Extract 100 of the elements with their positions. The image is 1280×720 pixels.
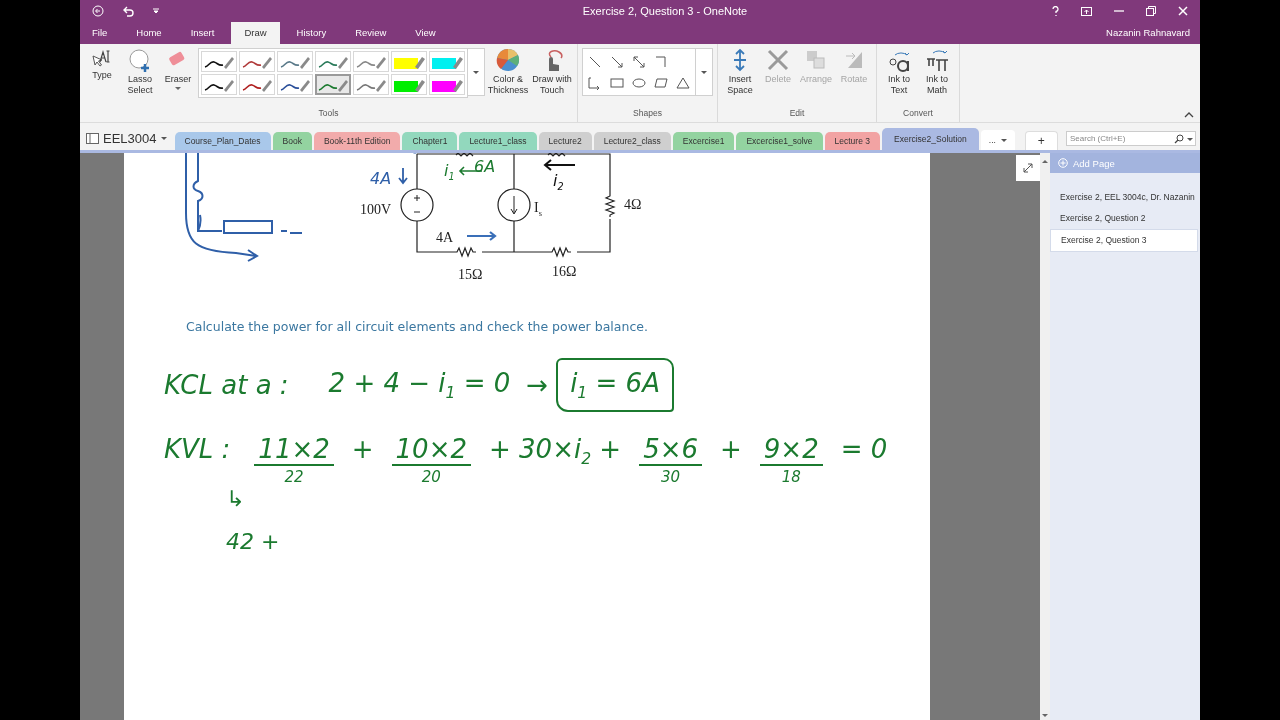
convert-button[interactable]: Ink to Math bbox=[919, 48, 955, 96]
ribbon-tab[interactable]: Home bbox=[124, 22, 174, 44]
section-tab[interactable]: Course_Plan_Dates bbox=[174, 132, 271, 150]
current-arrow-icon bbox=[543, 157, 577, 173]
notebook-button[interactable]: EEL3004 bbox=[80, 131, 175, 150]
customize-caret-icon[interactable] bbox=[152, 7, 160, 15]
draw-with-touch-button[interactable]: Draw with Touch bbox=[531, 48, 573, 96]
handwritten-term: 9×2 bbox=[759, 434, 823, 467]
add-section-tab[interactable]: + bbox=[1024, 131, 1058, 150]
resistor-label: 15Ω bbox=[458, 268, 483, 282]
expand-icon bbox=[1023, 163, 1033, 173]
more-sections-button[interactable]: ... bbox=[980, 130, 1015, 150]
group-label: Tools bbox=[317, 108, 340, 120]
handwritten-number: 22 bbox=[284, 468, 304, 487]
resistor-label: 4Ω bbox=[624, 198, 642, 212]
handwritten-term: = 0 bbox=[839, 434, 889, 465]
type-button[interactable]: Type bbox=[84, 48, 120, 81]
type-icon bbox=[91, 48, 113, 68]
caret-icon bbox=[701, 70, 707, 74]
group-label: Convert bbox=[902, 108, 934, 120]
handwritten-term: 11×2 bbox=[254, 434, 334, 467]
current-arrow-icon bbox=[466, 231, 497, 241]
handwritten-number: 18 bbox=[781, 468, 801, 487]
notebook-icon bbox=[86, 133, 99, 144]
section-tab[interactable]: Excercise1 bbox=[672, 132, 735, 150]
current-source-label: I$_{s}$ bbox=[534, 201, 542, 219]
caret-icon bbox=[160, 137, 167, 140]
group-label: Shapes bbox=[632, 108, 663, 120]
delete-icon bbox=[766, 48, 790, 72]
handwritten-number: 30 bbox=[661, 468, 681, 487]
handwritten-result: i$_{1}$ = 6A bbox=[556, 358, 674, 413]
handwritten-number: 20 bbox=[421, 468, 441, 487]
arrange-icon bbox=[804, 48, 828, 72]
window-title: Exercise 2, Question 3 - OneNote bbox=[581, 5, 749, 17]
section-tab[interactable]: Book bbox=[272, 132, 312, 150]
section-tab[interactable]: Lecture2_class bbox=[593, 132, 671, 150]
caret-icon[interactable] bbox=[1187, 137, 1193, 141]
handwritten-text: 42 + bbox=[226, 529, 280, 555]
handwritten-arrow: → bbox=[526, 370, 549, 401]
section-tab[interactable]: Lecture1_class bbox=[459, 132, 537, 150]
section-tab[interactable]: Exercise2_Solution bbox=[882, 128, 979, 150]
handwritten-term: + bbox=[350, 434, 375, 465]
current-label: 4A bbox=[436, 231, 454, 245]
ink-current-label: i$_{2}$ bbox=[553, 173, 564, 192]
caret-icon bbox=[1000, 138, 1007, 142]
handwritten-term: + 30×i$_{2}$ + bbox=[488, 434, 623, 469]
handwritten-term: 5×6 bbox=[639, 434, 702, 467]
scroll-up-icon[interactable] bbox=[1042, 159, 1048, 164]
handwritten-text: ↳ bbox=[226, 486, 245, 512]
caret-icon bbox=[473, 70, 479, 74]
caret-icon bbox=[175, 87, 181, 90]
color-wheel-icon bbox=[496, 48, 520, 72]
search-field[interactable]: Search (Ctrl+E) bbox=[1066, 131, 1196, 146]
ink-current-label: 6A bbox=[474, 159, 496, 175]
ribbon-tab[interactable]: Draw bbox=[231, 22, 280, 44]
ribbon-tab[interactable]: File bbox=[80, 22, 120, 44]
color-thickness-button[interactable]: Color & Thickness bbox=[487, 48, 529, 96]
handwritten-term: 10×2 bbox=[391, 434, 471, 467]
ribbon-tab[interactable]: Insert bbox=[178, 22, 227, 44]
section-tab[interactable]: Chapter1 bbox=[402, 132, 458, 150]
page-list-item[interactable]: Exercise 2, EEL 3004c, Dr. Nazanin bbox=[1050, 187, 1198, 208]
ribbon-display-icon[interactable] bbox=[1081, 6, 1092, 16]
ink-current-label: i$_{1}$ bbox=[444, 163, 455, 182]
group-label: Edit bbox=[788, 108, 806, 120]
section-tab[interactable]: Lecture2 bbox=[538, 132, 592, 150]
lasso-icon bbox=[128, 48, 152, 72]
double-arrow-icon bbox=[631, 53, 647, 70]
resistor-label: 16Ω bbox=[552, 265, 577, 279]
handwritten-text: KVL : bbox=[164, 434, 231, 465]
lasso-select-button[interactable]: Lasso Select bbox=[122, 48, 158, 96]
undo-icon[interactable] bbox=[122, 5, 134, 17]
back-icon[interactable] bbox=[92, 5, 104, 17]
ribbon-tab[interactable]: View bbox=[403, 22, 448, 44]
eraser-button[interactable]: Eraser bbox=[160, 48, 196, 90]
page-list-item[interactable]: Exercise 2, Question 3 bbox=[1050, 229, 1198, 252]
convert-button[interactable]: Ink to Text bbox=[881, 48, 917, 96]
page-list-item[interactable]: Exercise 2, Question 2 bbox=[1050, 208, 1198, 229]
close-icon[interactable] bbox=[1178, 6, 1188, 16]
handwritten-equation: 2 + 4 − i$_{1}$ = 0 bbox=[328, 368, 511, 403]
current-arrow-icon bbox=[397, 167, 409, 185]
add-icon bbox=[1058, 158, 1068, 168]
scroll-down-icon[interactable] bbox=[1042, 713, 1048, 718]
corner-icon bbox=[653, 53, 669, 70]
collapse-ribbon-icon[interactable] bbox=[1184, 111, 1194, 119]
handwritten-term: + bbox=[719, 434, 743, 465]
user-name: Nazanin Rahnavard bbox=[1106, 26, 1191, 40]
ribbon-tab[interactable]: History bbox=[284, 22, 339, 44]
restore-icon[interactable] bbox=[1146, 6, 1156, 16]
voltage-label: 100V bbox=[360, 203, 392, 217]
section-tab[interactable]: Excercise1_solve bbox=[736, 132, 823, 150]
edit-button[interactable]: Insert Space bbox=[722, 48, 758, 96]
ribbon-tab[interactable]: Review bbox=[343, 22, 399, 44]
ink-to-math-icon bbox=[925, 48, 949, 72]
ink-current-label: 4A bbox=[370, 171, 392, 187]
help-icon[interactable] bbox=[1051, 5, 1059, 17]
question-text: Calculate the power for all circuit elements and check the power balance. bbox=[186, 319, 649, 334]
section-tab[interactable]: Book-11th Edition bbox=[313, 132, 401, 150]
section-tab[interactable]: Lecture 3 bbox=[824, 132, 880, 150]
search-icon[interactable] bbox=[1174, 134, 1184, 144]
handwritten-text: KCL at a : bbox=[164, 370, 289, 401]
